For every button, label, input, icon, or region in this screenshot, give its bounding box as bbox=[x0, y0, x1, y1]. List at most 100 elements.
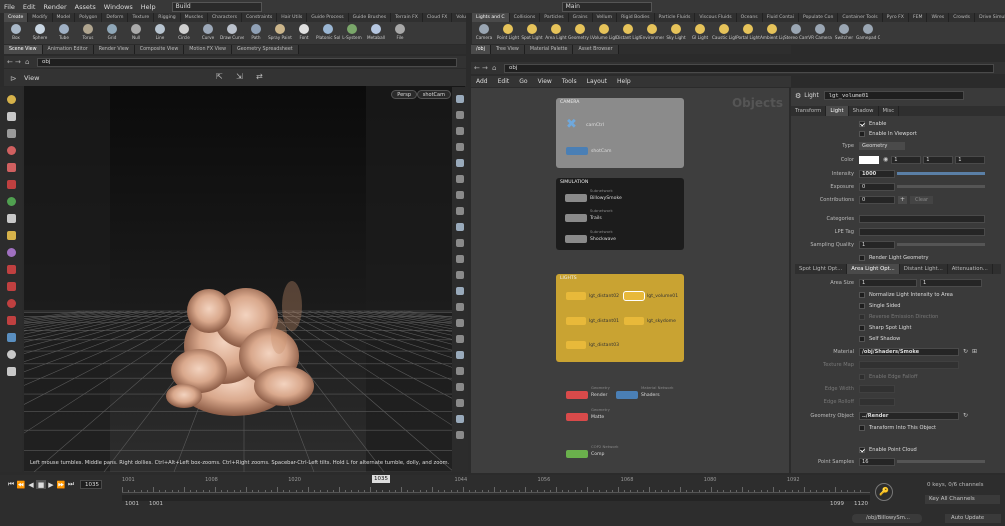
shelf-tool-9[interactable]: GI Light bbox=[688, 24, 712, 40]
tool-icon-4[interactable] bbox=[6, 163, 16, 172]
net-menu-layout[interactable]: Layout bbox=[582, 78, 612, 85]
tab-obj[interactable]: /obj bbox=[471, 45, 491, 54]
color-r-field[interactable]: 1 bbox=[891, 155, 922, 164]
plus-icon[interactable]: + bbox=[898, 195, 907, 204]
jump-start-icon[interactable]: ⏮ bbox=[6, 480, 16, 489]
shelf-tool-5[interactable]: Volume Light bbox=[592, 24, 616, 40]
tool-icon-14[interactable] bbox=[6, 333, 16, 342]
tool-icon-9[interactable] bbox=[6, 248, 16, 257]
stop-icon[interactable]: ■ bbox=[36, 480, 46, 489]
tool-icon-1[interactable] bbox=[6, 112, 16, 121]
node-comp[interactable]: COP2 Network Comp bbox=[566, 444, 618, 458]
node-name-field[interactable]: lgt_volume01 bbox=[823, 91, 964, 100]
node-render[interactable]: Geometry Render bbox=[566, 385, 610, 399]
color-g-field[interactable]: 1 bbox=[923, 155, 954, 164]
auto-update-menu[interactable]: Auto Update bbox=[945, 514, 1001, 523]
render-geo-checkbox[interactable] bbox=[859, 254, 865, 261]
step-forward-icon[interactable]: ⏩ bbox=[56, 480, 66, 489]
net-home-icon[interactable]: ⌂ bbox=[492, 64, 504, 72]
sharp-checkbox[interactable] bbox=[859, 324, 865, 331]
shelf-tool-10[interactable]: Caustic Light bbox=[712, 24, 736, 40]
shelf-tab-5[interactable]: Texture bbox=[128, 13, 155, 22]
display-option-icon-2[interactable] bbox=[456, 127, 464, 135]
shelf-tool-8[interactable]: Curve bbox=[196, 24, 220, 40]
display-option-icon-4[interactable] bbox=[456, 159, 464, 167]
tool-icon-8[interactable] bbox=[6, 231, 16, 240]
exposure-field[interactable]: 0 bbox=[859, 182, 895, 191]
net-menu-add[interactable]: Add bbox=[471, 78, 493, 85]
type-dropdown[interactable]: Geometry bbox=[859, 141, 905, 150]
network-path-field[interactable]: obj bbox=[504, 63, 994, 73]
node-chooser-icon[interactable]: ⊞ bbox=[972, 348, 977, 355]
shelf-tool-3[interactable]: Area Light bbox=[544, 24, 568, 40]
shelf-tool-0[interactable]: Camera bbox=[472, 24, 496, 40]
tool-icon-3[interactable] bbox=[6, 146, 16, 155]
display-option-icon-7[interactable] bbox=[456, 207, 464, 215]
point-samples-field[interactable]: 16 bbox=[859, 457, 895, 466]
display-option-icon-11[interactable] bbox=[456, 271, 464, 279]
node-lgt-skydome[interactable]: lgt_skydome bbox=[624, 317, 676, 325]
left-path-field[interactable]: obj bbox=[37, 57, 457, 67]
play-icon[interactable]: ▶ bbox=[46, 480, 56, 489]
area-size-y-field[interactable]: 1 bbox=[920, 278, 982, 287]
tab-area-options[interactable]: Area Light Opt... bbox=[847, 264, 900, 274]
color-picker-icon[interactable]: ◉ bbox=[883, 156, 888, 163]
shelf-tool-15[interactable]: Switcher bbox=[832, 24, 856, 40]
tool-icon-10[interactable] bbox=[6, 265, 16, 274]
tool-icon-5[interactable] bbox=[6, 180, 16, 189]
shelf-tool-4[interactable]: Geometry Light bbox=[568, 24, 592, 40]
shelf-tool-4[interactable]: Grid bbox=[100, 24, 124, 40]
tab-shadow[interactable]: Shadow bbox=[849, 106, 879, 116]
camera-netbox[interactable]: CAMERA bbox=[556, 98, 684, 168]
display-option-icon-20[interactable] bbox=[456, 415, 464, 423]
shelf-tool-7[interactable]: Circle bbox=[172, 24, 196, 40]
tab-material-palette[interactable]: Material Palette bbox=[524, 45, 574, 54]
home-icon[interactable]: ⌂ bbox=[25, 58, 37, 66]
shelf-tool-6[interactable]: Line bbox=[148, 24, 172, 40]
shelf-tab-4[interactable]: Deform bbox=[102, 13, 129, 22]
shelf-tab-11[interactable]: Container Tools bbox=[838, 13, 883, 22]
net-menu-go[interactable]: Go bbox=[514, 78, 532, 85]
tab-transform[interactable]: Transform bbox=[791, 106, 827, 116]
shelf-tool-1[interactable]: Sphere bbox=[28, 24, 52, 40]
normalize-checkbox[interactable] bbox=[859, 291, 865, 298]
transform-arrow-icon[interactable]: ⇲ bbox=[236, 72, 243, 81]
intensity-slider[interactable] bbox=[897, 172, 985, 175]
tab-misc[interactable]: Misc bbox=[879, 106, 900, 116]
edge-falloff-checkbox[interactable] bbox=[859, 373, 865, 380]
node-lgt-distant03[interactable]: lgt_distant03 bbox=[566, 341, 619, 349]
tab-attenuation-options[interactable]: Attenuation... bbox=[948, 264, 993, 274]
display-option-icon-19[interactable] bbox=[456, 399, 464, 407]
display-option-icon-3[interactable] bbox=[456, 143, 464, 151]
display-option-icon-10[interactable] bbox=[456, 255, 464, 263]
area-size-x-field[interactable]: 1 bbox=[859, 278, 917, 287]
end-frame[interactable]: 1099 bbox=[830, 501, 844, 507]
shelf-tab-2[interactable]: Model bbox=[53, 13, 76, 22]
gear-icon[interactable]: ⚙ bbox=[795, 92, 801, 100]
time-slider[interactable]: 100110081020103210441056106810801092 bbox=[122, 477, 870, 493]
forward-arrow-icon[interactable]: → bbox=[15, 58, 25, 66]
net-menu-tools[interactable]: Tools bbox=[557, 78, 582, 85]
sampling-slider[interactable] bbox=[897, 243, 985, 246]
self-shadow-checkbox[interactable] bbox=[859, 335, 865, 342]
shelf-tool-1[interactable]: Point Light bbox=[496, 24, 520, 40]
menu-edit[interactable]: Edit bbox=[19, 3, 40, 11]
tab-render-view[interactable]: Render View bbox=[93, 45, 135, 54]
edge-rolloff-field[interactable] bbox=[859, 397, 895, 406]
node-camctrl[interactable]: ✖ camCtrl bbox=[566, 118, 604, 132]
net-back-icon[interactable]: ← bbox=[474, 64, 482, 72]
node-lgt-volume01[interactable]: lgt_volume01 bbox=[623, 291, 678, 301]
display-option-icon-9[interactable] bbox=[456, 239, 464, 247]
net-menu-help[interactable]: Help bbox=[612, 78, 636, 85]
display-option-icon-14[interactable] bbox=[456, 319, 464, 327]
color-b-field[interactable]: 1 bbox=[955, 155, 986, 164]
display-option-icon-18[interactable] bbox=[456, 383, 464, 391]
tool-icon-13[interactable] bbox=[6, 316, 16, 325]
shelf-tab-15[interactable]: Crowds bbox=[949, 13, 976, 22]
tab-scene-view[interactable]: Scene View bbox=[4, 45, 43, 54]
tab-animation-editor[interactable]: Animation Editor bbox=[42, 45, 94, 54]
menu-windows[interactable]: Windows bbox=[100, 3, 137, 11]
color-swatch[interactable] bbox=[859, 155, 879, 164]
shelf-tool-0[interactable]: Box bbox=[4, 24, 28, 40]
shelf-tab-6[interactable]: Particle Fluids bbox=[655, 13, 696, 22]
